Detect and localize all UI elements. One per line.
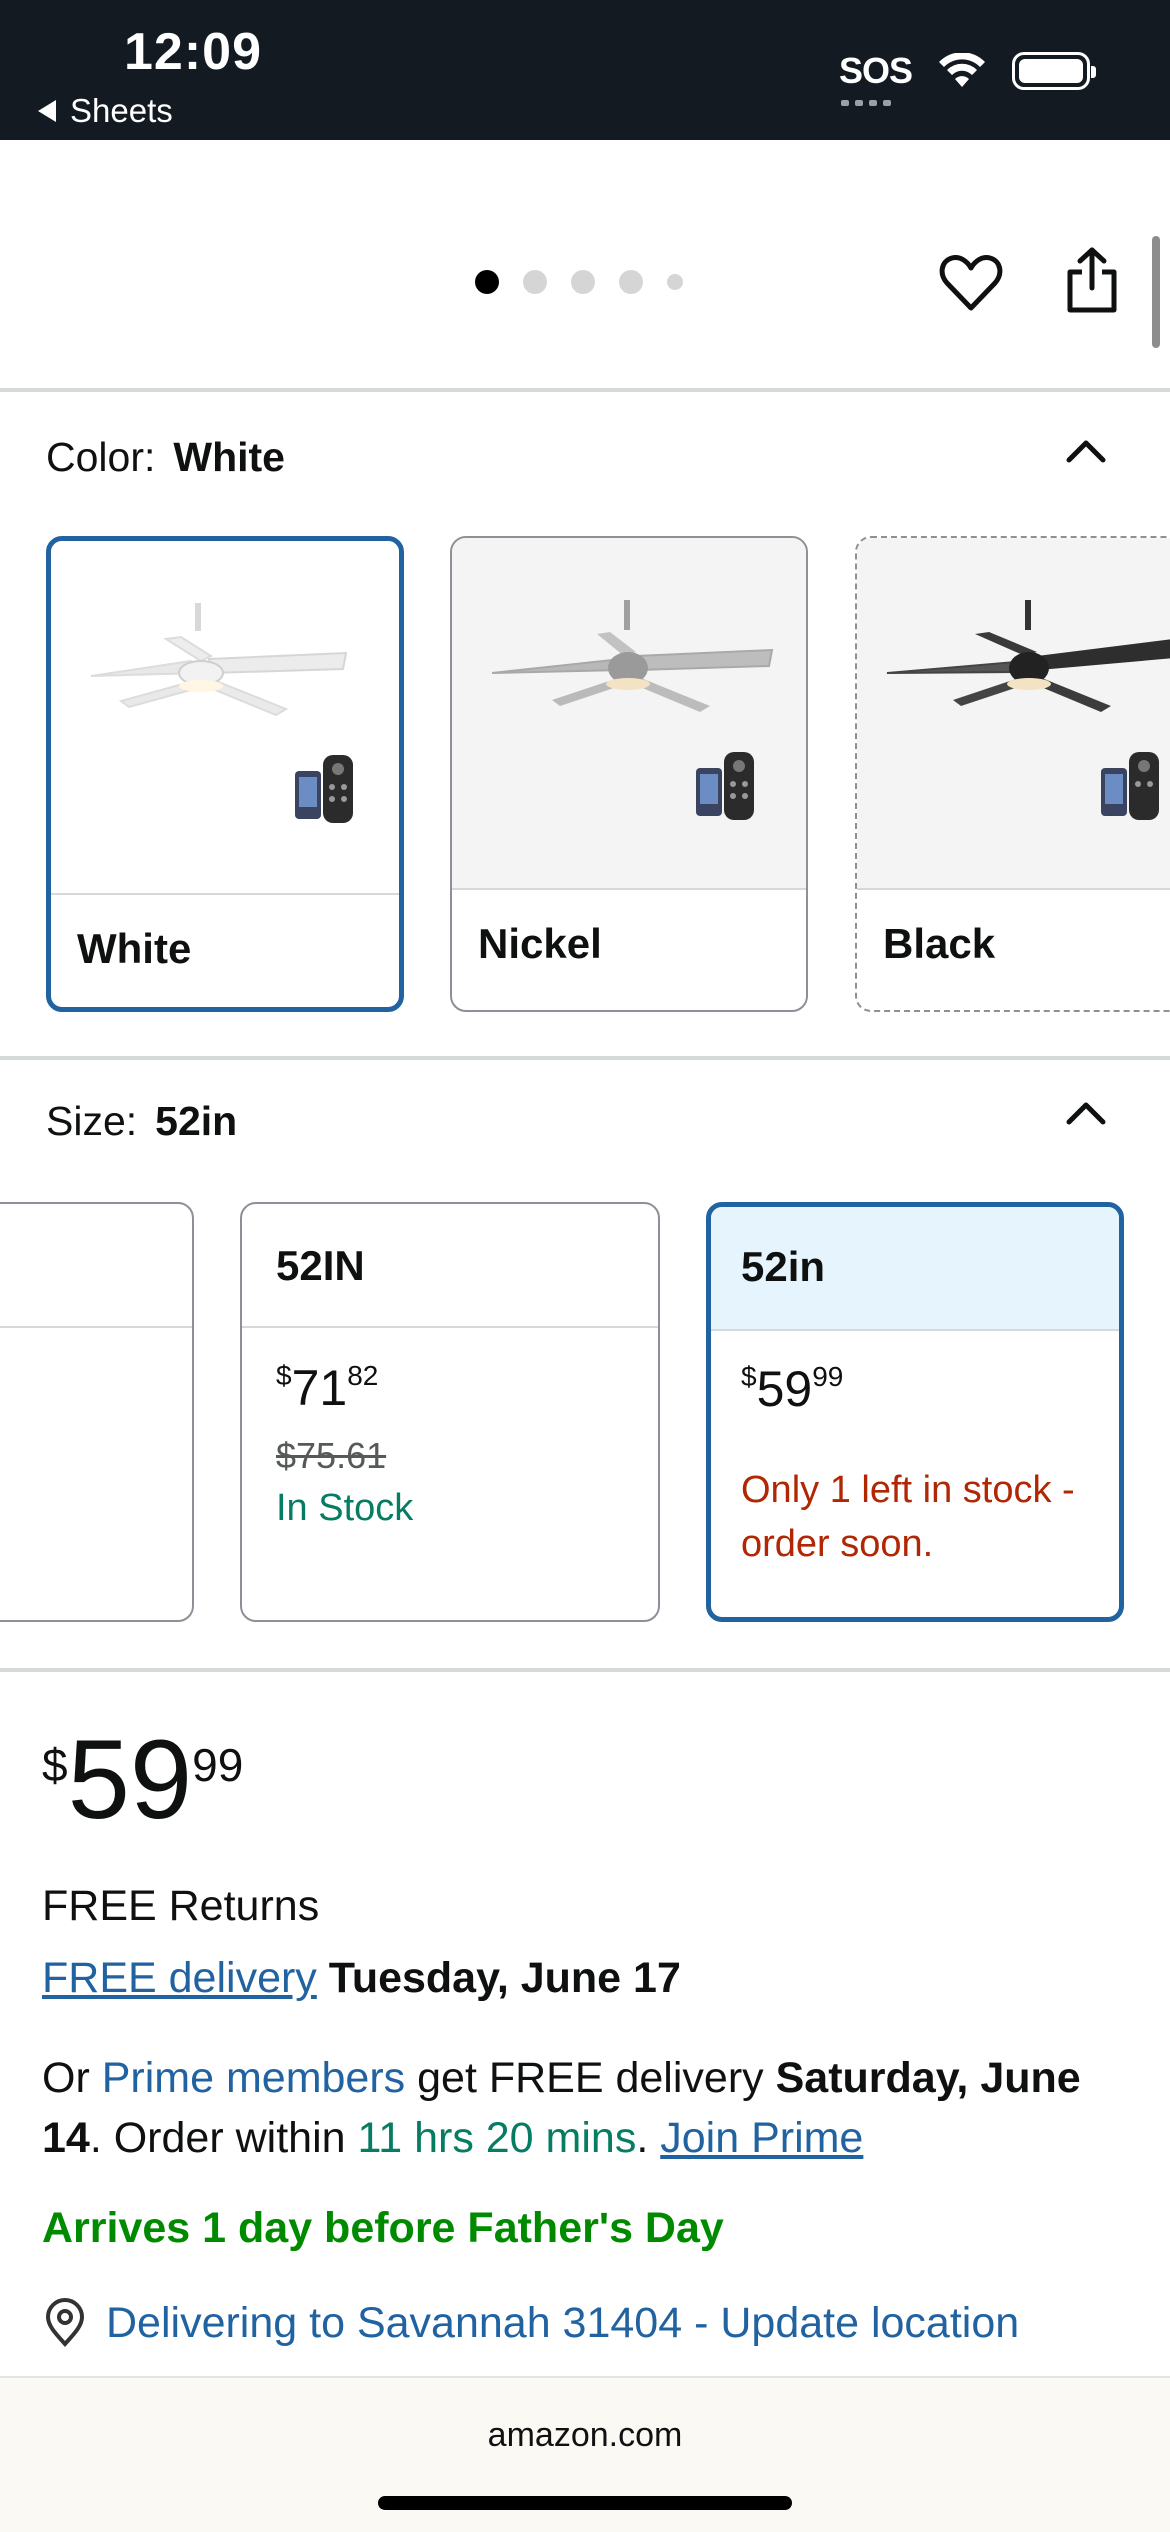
section-divider bbox=[0, 388, 1170, 392]
availability-status: Only 1 left in stock - order soon. bbox=[741, 1469, 1075, 1565]
color-option-black[interactable]: Black bbox=[855, 536, 1170, 1012]
status-bar: 12:09 Sheets SOS bbox=[0, 0, 1170, 140]
update-location-link[interactable]: Delivering to Savannah 31404 - Update lo… bbox=[106, 2299, 1019, 2348]
size-section-header: Size: 52in bbox=[46, 1098, 237, 1145]
chevron-up-icon[interactable] bbox=[1064, 1098, 1108, 1128]
free-returns-link[interactable]: FREE Returns bbox=[42, 1882, 319, 1931]
product-thumbnail-white bbox=[51, 541, 399, 895]
carousel-dot-5[interactable] bbox=[667, 274, 683, 290]
back-triangle-icon bbox=[38, 100, 56, 122]
status-icons: SOS bbox=[838, 50, 1096, 106]
order-countdown: 11 hrs 20 mins bbox=[357, 2114, 637, 2162]
product-thumbnail-black bbox=[857, 538, 1170, 890]
ceiling-fan-image bbox=[886, 600, 1170, 820]
location-pin-icon bbox=[45, 2298, 85, 2347]
color-label: Color: bbox=[46, 434, 156, 480]
carousel-dot-3[interactable] bbox=[571, 270, 595, 294]
color-option-label: Nickel bbox=[478, 920, 602, 967]
sos-indicator: SOS bbox=[838, 50, 913, 106]
wifi-icon bbox=[939, 53, 985, 87]
signal-dots-icon bbox=[840, 100, 891, 106]
size-option-price: $5999 bbox=[741, 1361, 844, 1417]
delivery-estimate: FREE delivery Tuesday, June 17 bbox=[42, 1954, 681, 2003]
color-option-white[interactable]: White bbox=[46, 536, 404, 1012]
size-option-head bbox=[0, 1204, 192, 1328]
chevron-up-icon[interactable] bbox=[1064, 436, 1108, 466]
back-to-app-button[interactable]: Sheets bbox=[38, 92, 173, 130]
browser-bottom-bar: amazon.com bbox=[0, 2376, 1170, 2532]
heart-icon[interactable] bbox=[938, 250, 1004, 316]
url-bar[interactable]: amazon.com bbox=[0, 2416, 1170, 2455]
size-option-52in[interactable]: 52in $5999 Only 1 left in stock - order … bbox=[706, 1202, 1124, 1622]
color-section-header: Color: White bbox=[46, 434, 285, 481]
free-delivery-link[interactable]: FREE delivery bbox=[42, 1954, 317, 2002]
sos-label: SOS bbox=[838, 50, 913, 91]
join-prime-link[interactable]: Join Prime bbox=[660, 2114, 863, 2162]
battery-icon bbox=[1012, 52, 1096, 90]
color-option-label: Black bbox=[883, 920, 996, 967]
size-option-52IN[interactable]: 52IN $7182 $75.61 In Stock bbox=[240, 1202, 660, 1622]
product-thumbnail-nickel bbox=[452, 538, 806, 890]
carousel-dot-1[interactable] bbox=[475, 270, 499, 294]
size-option-offscreen[interactable] bbox=[0, 1202, 194, 1622]
section-divider bbox=[0, 1056, 1170, 1060]
home-indicator[interactable] bbox=[378, 2496, 792, 2510]
carousel-dot-2[interactable] bbox=[523, 270, 547, 294]
free-delivery-date: Tuesday, June 17 bbox=[328, 1954, 681, 2002]
availability-status: In Stock bbox=[276, 1487, 414, 1529]
product-price: $5999 bbox=[42, 1717, 244, 1842]
color-option-nickel[interactable]: Nickel bbox=[450, 536, 808, 1012]
size-option-name: 52in bbox=[711, 1207, 1119, 1331]
color-option-label: White bbox=[77, 925, 192, 972]
size-selected-value: 52in bbox=[155, 1098, 238, 1144]
arrives-message: Arrives 1 day before Father's Day bbox=[42, 2204, 724, 2252]
ceiling-fan-image bbox=[90, 603, 353, 823]
scroll-indicator bbox=[1152, 236, 1160, 348]
prime-delivery-date: Saturday, June bbox=[775, 2054, 1081, 2102]
list-price: $75.61 bbox=[276, 1435, 387, 1476]
carousel-pagination[interactable] bbox=[475, 270, 683, 294]
size-option-name: 52IN bbox=[242, 1204, 658, 1328]
status-time: 12:09 bbox=[124, 23, 262, 81]
delivery-location[interactable]: Delivering to Savannah 31404 - Update lo… bbox=[42, 2298, 1019, 2348]
prime-delivery-text: Or Prime members get FREE delivery Satur… bbox=[42, 2054, 1081, 2162]
color-selected-value: White bbox=[173, 434, 285, 480]
size-option-price: $7182 bbox=[276, 1360, 379, 1416]
share-icon[interactable] bbox=[1062, 246, 1122, 316]
prime-members-link[interactable]: Prime members bbox=[102, 2054, 405, 2102]
ceiling-fan-image bbox=[491, 600, 774, 820]
back-app-label: Sheets bbox=[70, 92, 173, 129]
size-label: Size: bbox=[46, 1098, 138, 1144]
carousel-dot-4[interactable] bbox=[619, 270, 643, 294]
section-divider bbox=[0, 1668, 1170, 1672]
